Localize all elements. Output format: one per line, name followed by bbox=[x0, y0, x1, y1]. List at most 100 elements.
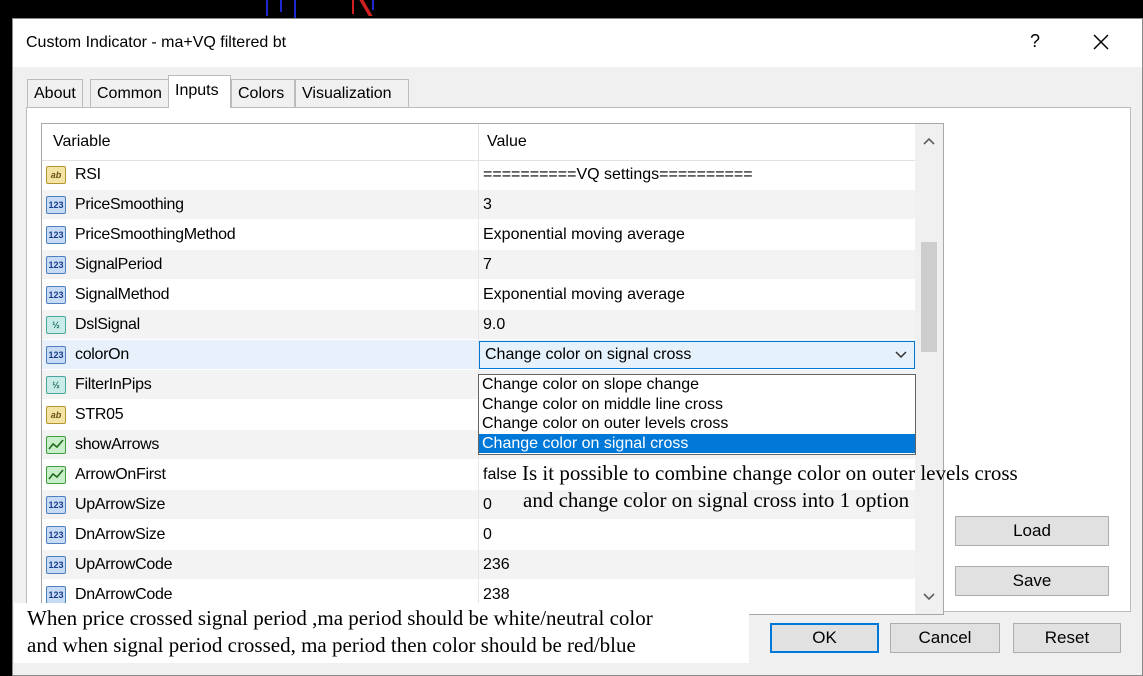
custom-indicator-dialog: Custom Indicator - ma+VQ filtered bt ? A… bbox=[12, 18, 1143, 676]
coloron-dropdown-list: Change color on slope change Change colo… bbox=[478, 374, 916, 455]
load-button[interactable]: Load bbox=[955, 516, 1109, 546]
row-value[interactable]: Exponential moving average bbox=[483, 220, 685, 250]
row-value[interactable]: 0 bbox=[483, 490, 492, 520]
close-icon bbox=[1093, 34, 1109, 50]
integer-type-icon: 123 bbox=[46, 196, 66, 214]
grid-scrollbar[interactable] bbox=[915, 124, 943, 614]
row-variable-name: DslSignal bbox=[75, 316, 140, 333]
integer-type-icon: 123 bbox=[46, 346, 66, 364]
column-divider bbox=[478, 490, 479, 520]
string-type-icon: ab bbox=[46, 406, 66, 424]
chart-candle bbox=[372, 0, 374, 10]
row-variable-name: UpArrowCode bbox=[75, 556, 173, 573]
annotation-bottom: When price crossed signal period ,ma per… bbox=[27, 605, 767, 659]
integer-type-icon: 123 bbox=[46, 496, 66, 514]
column-divider bbox=[478, 250, 479, 280]
row-variable-name: FilterInPips bbox=[75, 376, 152, 393]
row-variable-name: DnArrowSize bbox=[75, 526, 166, 543]
dropdown-option[interactable]: Change color on outer levels cross bbox=[479, 414, 915, 434]
column-divider bbox=[478, 190, 479, 220]
annotation-bottom-line2: and when signal period crossed, ma perio… bbox=[27, 633, 636, 657]
tab-visualization[interactable]: Visualization bbox=[295, 79, 409, 107]
annotation-top-line1: Is it possible to combine change color o… bbox=[522, 461, 1018, 485]
annotation-top-line2: and change color on signal cross into 1 … bbox=[523, 488, 910, 512]
scroll-thumb[interactable] bbox=[921, 242, 937, 352]
header-variable[interactable]: Variable bbox=[53, 124, 111, 160]
table-row[interactable]: 123 SignalMethod Exponential moving averag… bbox=[42, 280, 915, 310]
cancel-button[interactable]: Cancel bbox=[890, 623, 1000, 653]
row-variable-name: colorOn bbox=[75, 346, 129, 363]
reset-button[interactable]: Reset bbox=[1013, 623, 1121, 653]
column-divider bbox=[478, 550, 479, 580]
chevron-up-icon bbox=[923, 137, 935, 145]
double-type-icon: ½ bbox=[46, 376, 66, 394]
annotation-top: Is it possible to combine change color o… bbox=[522, 460, 1122, 514]
tab-colors[interactable]: Colors bbox=[231, 79, 295, 107]
integer-type-icon: 123 bbox=[46, 256, 66, 274]
row-value[interactable]: 9.0 bbox=[483, 310, 505, 340]
grid-header: Variable Value bbox=[42, 124, 915, 161]
integer-type-icon: 123 bbox=[46, 586, 66, 604]
inputs-grid: Variable Value ab RSI ==========VQ setting… bbox=[41, 123, 944, 615]
table-row[interactable]: 123 SignalPeriod 7 bbox=[42, 250, 915, 280]
row-variable-name: STR05 bbox=[75, 406, 124, 423]
integer-type-icon: 123 bbox=[46, 226, 66, 244]
dropdown-option[interactable]: Change color on middle line cross bbox=[479, 395, 915, 415]
row-value[interactable]: 7 bbox=[483, 250, 492, 280]
close-button[interactable] bbox=[1087, 28, 1115, 56]
scroll-up-button[interactable] bbox=[915, 124, 943, 158]
bool-type-icon bbox=[46, 466, 66, 484]
table-row[interactable]: 123 UpArrowCode 236 bbox=[42, 550, 915, 580]
chart-candle bbox=[266, 0, 268, 16]
help-button[interactable]: ? bbox=[1023, 31, 1047, 52]
row-value[interactable]: 0 bbox=[483, 520, 492, 550]
table-row[interactable]: 123 DnArrowSize 0 bbox=[42, 520, 915, 550]
row-variable-name: SignalMethod bbox=[75, 286, 170, 303]
chevron-down-icon bbox=[895, 351, 907, 359]
column-divider bbox=[478, 220, 479, 250]
annotation-bottom-line1: When price crossed signal period ,ma per… bbox=[27, 606, 653, 630]
chart-line-red bbox=[352, 0, 354, 14]
integer-type-icon: 123 bbox=[46, 556, 66, 574]
table-row[interactable]: 123 PriceSmoothing 3 bbox=[42, 190, 915, 220]
row-value[interactable]: 236 bbox=[483, 550, 510, 580]
row-value[interactable]: ==========VQ settings========== bbox=[483, 160, 753, 190]
row-variable-name: UpArrowSize bbox=[75, 496, 166, 513]
title-bar: Custom Indicator - ma+VQ filtered bt ? bbox=[13, 19, 1142, 67]
string-type-icon: ab bbox=[46, 166, 66, 184]
tab-about[interactable]: About bbox=[27, 79, 83, 107]
double-type-icon: ½ bbox=[46, 316, 66, 334]
column-divider bbox=[478, 460, 479, 490]
row-variable-name: PriceSmoothing bbox=[75, 196, 184, 213]
tab-common[interactable]: Common bbox=[90, 79, 174, 107]
integer-type-icon: 123 bbox=[46, 286, 66, 304]
table-row[interactable]: 123 colorOn Change color on signal cross bbox=[42, 340, 915, 370]
row-value[interactable]: Exponential moving average bbox=[483, 280, 685, 310]
column-divider bbox=[478, 280, 479, 310]
header-value[interactable]: Value bbox=[487, 124, 527, 160]
dropdown-option[interactable]: Change color on slope change bbox=[479, 375, 915, 395]
row-value[interactable]: false bbox=[483, 460, 517, 490]
row-variable-name: PriceSmoothingMethod bbox=[75, 226, 236, 243]
row-variable-name: SignalPeriod bbox=[75, 256, 163, 273]
table-row[interactable]: ½ DslSignal 9.0 bbox=[42, 310, 915, 340]
scroll-down-button[interactable] bbox=[915, 580, 943, 614]
row-variable-name: ArrowOnFirst bbox=[75, 466, 166, 483]
table-row[interactable]: ab RSI ==========VQ settings========== bbox=[42, 160, 915, 190]
dropdown-option-selected[interactable]: Change color on signal cross bbox=[479, 433, 915, 453]
integer-type-icon: 123 bbox=[46, 526, 66, 544]
combobox-value: Change color on signal cross bbox=[485, 346, 692, 363]
table-row[interactable]: 123 PriceSmoothingMethod Exponential movin… bbox=[42, 220, 915, 250]
row-value[interactable]: 3 bbox=[483, 190, 492, 220]
tab-inputs[interactable]: Inputs bbox=[168, 75, 231, 108]
bool-type-icon bbox=[46, 436, 66, 454]
row-variable-name: RSI bbox=[75, 166, 101, 183]
save-button[interactable]: Save bbox=[955, 566, 1109, 596]
chart-candle bbox=[280, 0, 282, 12]
column-divider bbox=[478, 520, 479, 550]
chevron-down-icon bbox=[923, 593, 935, 601]
header-divider[interactable] bbox=[478, 124, 479, 160]
ok-button[interactable]: OK bbox=[770, 623, 879, 653]
row-variable-name: showArrows bbox=[75, 436, 160, 453]
coloron-combobox[interactable]: Change color on signal cross bbox=[479, 341, 915, 369]
